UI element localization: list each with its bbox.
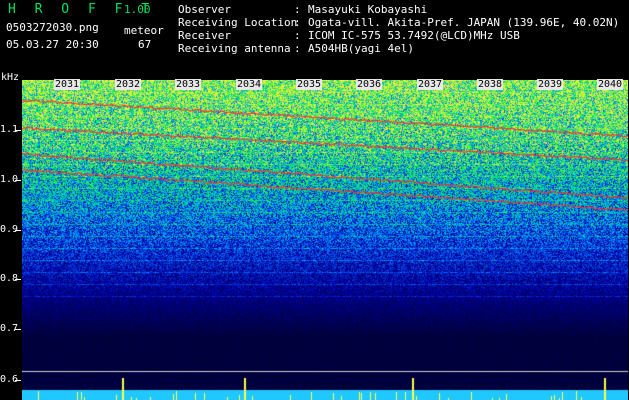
x-tick-label: 2033 [175, 79, 202, 90]
receiver-row: Receiver: ICOM IC-575 53.7492(@LCD)MHz US… [178, 29, 619, 42]
meteor-label: meteor [124, 24, 164, 37]
location-label: Receiving Location [178, 16, 298, 29]
location-value: Ogata-vill. Akita-Pref. JAPAN (139.96E, … [308, 16, 620, 29]
location-row: Receiving Location: Ogata-vill. Akita-Pre… [178, 16, 619, 29]
observer-label: Observer [178, 3, 231, 16]
meteor-count: 67 [138, 38, 152, 51]
antenna-value: A504HB(yagi 4el) [308, 42, 414, 55]
y-tick [15, 130, 21, 131]
x-tick-label: 2032 [115, 79, 142, 90]
axis-unit-label: kHz [1, 72, 20, 83]
spectrogram [22, 80, 628, 400]
x-tick-label: 2031 [54, 79, 81, 90]
y-tick [15, 329, 21, 330]
date-time: 05.03.27 20:30 [6, 38, 99, 51]
receiver-separator: : [294, 29, 301, 42]
x-tick-label: 2034 [236, 79, 263, 90]
x-tick-label: 2035 [296, 79, 323, 90]
y-tick [15, 380, 21, 381]
antenna-row: Receiving antenna: A504HB(yagi 4el) [178, 42, 619, 55]
location-separator: : [294, 16, 301, 29]
y-tick [15, 279, 21, 280]
observer-separator: : [294, 3, 301, 16]
x-tick-label: 2039 [537, 79, 564, 90]
receiver-label: Receiver [178, 29, 231, 42]
file-name: 0503272030.png [6, 21, 99, 34]
x-tick-label: 2037 [417, 79, 444, 90]
receiver-value: ICOM IC-575 53.7492(@LCD)MHz USB [308, 29, 520, 42]
y-tick [15, 230, 21, 231]
observer-value: Masayuki Kobayashi [308, 3, 428, 16]
y-tick [15, 180, 21, 181]
x-tick-label: 2036 [356, 79, 383, 90]
station-info: Observer: Masayuki Kobayashi Receiving Lo… [178, 3, 619, 55]
x-tick-label: 2038 [477, 79, 504, 90]
x-tick-label: 2040 [597, 79, 624, 90]
antenna-label: Receiving antenna [178, 42, 291, 55]
app-version: 1.00 [124, 3, 151, 16]
antenna-separator: : [294, 42, 301, 55]
header-panel: H R O F F T 1.00 0503272030.png meteor 0… [0, 0, 629, 78]
observer-row: Observer: Masayuki Kobayashi [178, 3, 619, 16]
